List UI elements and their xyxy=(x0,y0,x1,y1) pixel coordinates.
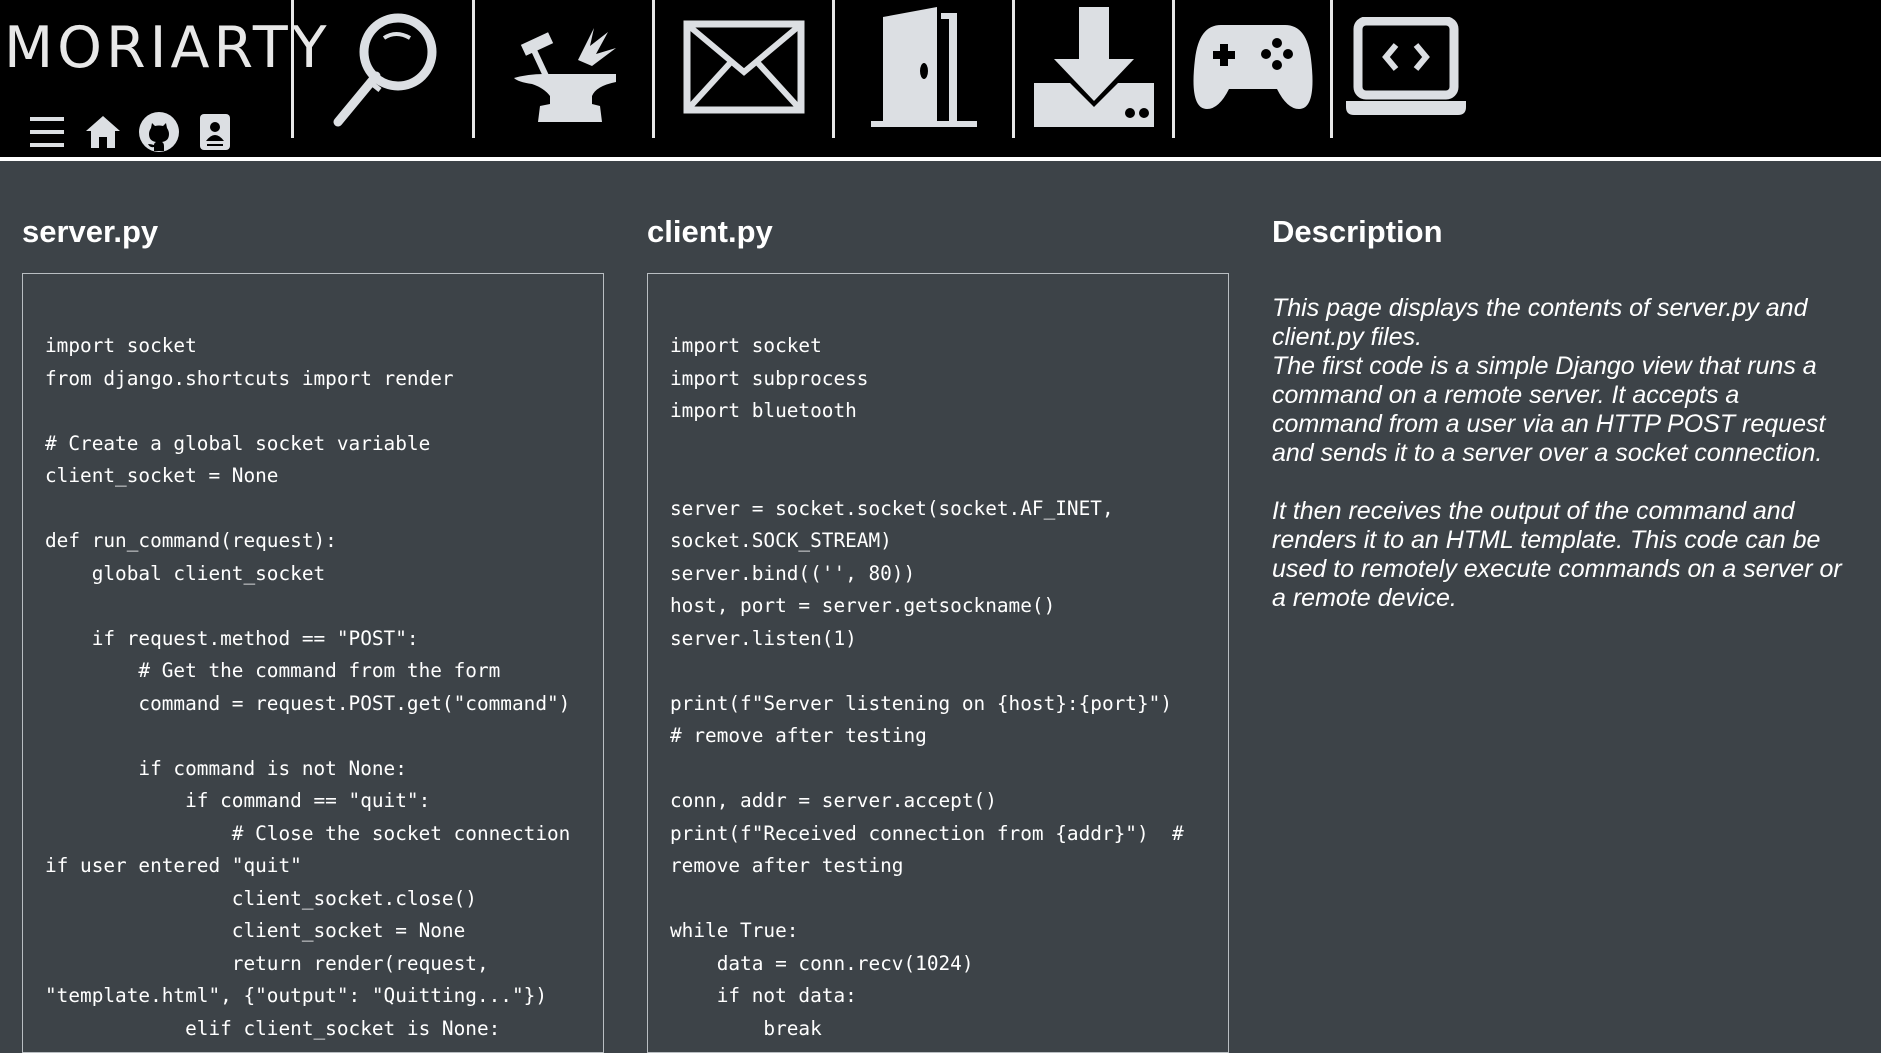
server-code-box: import socket from django.shortcuts impo… xyxy=(22,273,604,1053)
description-title: Description xyxy=(1272,214,1443,249)
top-navigation-bar: MORIARTY xyxy=(0,0,1881,161)
nav-item-games[interactable] xyxy=(1175,0,1330,138)
download-drive-icon xyxy=(1032,5,1156,134)
envelope-icon xyxy=(683,20,805,119)
nav-item-download[interactable] xyxy=(1015,0,1172,138)
menu-icon[interactable] xyxy=(24,110,70,154)
brand-block: MORIARTY xyxy=(0,0,327,157)
nav-item-door[interactable] xyxy=(835,0,1012,138)
description-text: This page displays the contents of serve… xyxy=(1272,294,1852,613)
site-logo[interactable]: MORIARTY xyxy=(4,18,327,78)
main-content: server.py import socket from django.shor… xyxy=(0,161,1881,1053)
client-code: import socket import subprocess import b… xyxy=(670,334,1184,1040)
nav-item-forge[interactable] xyxy=(475,0,652,138)
gamepad-icon xyxy=(1191,19,1315,120)
client-code-box: import socket import subprocess import b… xyxy=(647,273,1229,1053)
nav-item-search[interactable] xyxy=(294,0,472,138)
door-icon xyxy=(869,5,979,134)
magnifier-icon xyxy=(318,4,448,135)
server-file-title: server.py xyxy=(22,214,159,249)
nav-item-mail[interactable] xyxy=(655,0,832,138)
server-code: import socket from django.shortcuts impo… xyxy=(45,334,571,1040)
brand-icon-row xyxy=(24,108,238,156)
client-file-title: client.py xyxy=(647,214,773,249)
description-paragraph: It then receives the output of the comma… xyxy=(1272,497,1842,612)
home-icon[interactable] xyxy=(80,110,126,154)
laptop-code-icon xyxy=(1344,16,1468,122)
nav-item-code[interactable] xyxy=(1333,0,1478,138)
anvil-hammer-icon xyxy=(504,8,624,131)
description-paragraph: This page displays the contents of serve… xyxy=(1272,294,1826,467)
github-icon[interactable] xyxy=(136,110,182,154)
contact-card-icon[interactable] xyxy=(192,110,238,154)
